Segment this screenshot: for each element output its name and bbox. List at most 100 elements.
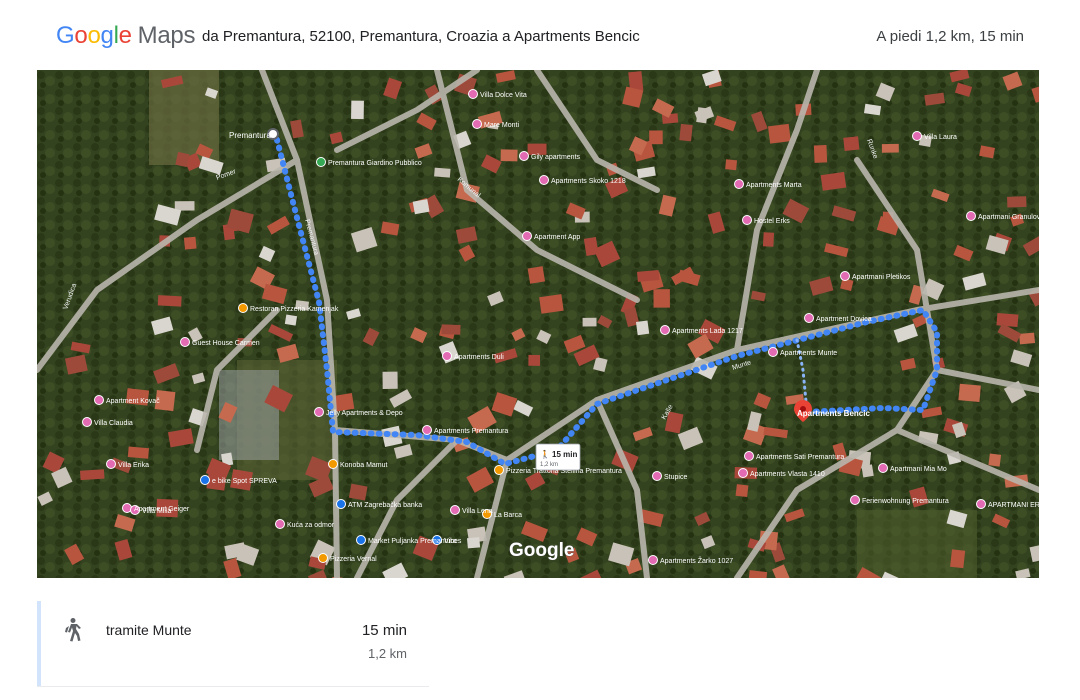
place-pin-hotel[interactable] (275, 519, 285, 529)
svg-text:15 min: 15 min (552, 450, 577, 459)
step-duration: 15 min (361, 622, 407, 639)
building (582, 317, 597, 327)
place-pin-hotel[interactable] (468, 89, 478, 99)
origin-marker[interactable]: Premantura (229, 128, 279, 140)
building (762, 232, 775, 247)
building (635, 320, 650, 336)
place-pin-hotel[interactable] (450, 505, 460, 515)
building (735, 484, 749, 498)
building (725, 159, 738, 171)
map-view[interactable]: Villa Dolce Vita Mare Monti Gily apartment… (37, 70, 1039, 578)
place-pin-hotel[interactable] (648, 555, 658, 565)
header: Google Maps da Premantura, 52100, Premant… (0, 0, 1080, 70)
place-pin-hotel[interactable] (738, 468, 748, 478)
place-pin-hotel[interactable] (472, 119, 482, 129)
satellite-map[interactable]: Villa Dolce Vita Mare Monti Gily apartment… (37, 70, 1039, 578)
svg-text:Apartments Bencic: Apartments Bencic (797, 409, 870, 418)
place-label: Apartmani Mia Mo (890, 466, 947, 473)
place-label: Villa Dolce Vita (480, 92, 527, 99)
place-label: Hostel Erks (754, 218, 790, 225)
building (412, 199, 430, 215)
place-pin-hotel[interactable] (660, 325, 670, 335)
place-label: Apartment App (534, 234, 580, 241)
google-maps-logo[interactable]: Google Maps (56, 22, 195, 50)
place-pin-park[interactable] (316, 157, 326, 167)
place-label: e bike Spot SPREVA (212, 478, 277, 485)
place-pin-hotel[interactable] (442, 351, 452, 361)
logo-maps: Maps (137, 22, 196, 49)
building (996, 312, 1019, 328)
place-pin-hotel[interactable] (744, 451, 754, 461)
building (183, 236, 197, 250)
place-pin-hotel[interactable] (106, 459, 116, 469)
place-pin-hotel[interactable] (539, 175, 549, 185)
place-pin-hotel[interactable] (912, 131, 922, 141)
place-pin-hotel[interactable] (966, 211, 976, 221)
place-label: Ferienwohnung Premantura (862, 498, 949, 505)
place-pin-restaurant[interactable] (318, 553, 328, 563)
place-pin-hotel[interactable] (734, 179, 744, 189)
place-label: Apartments Munte (780, 350, 837, 357)
place-label: Kuća za odmor (287, 522, 335, 529)
place-pin-hotel[interactable] (804, 313, 814, 323)
building (637, 269, 660, 282)
building (382, 371, 398, 389)
building (958, 383, 981, 403)
place-pin-hotel[interactable] (742, 215, 752, 225)
place-label: Villa Claudia (94, 420, 133, 427)
route-time-badge[interactable]: 🚶 15 min 1,2 km (535, 443, 581, 471)
google-watermark: Google (509, 540, 574, 561)
building (649, 130, 663, 145)
place-pin-hotel[interactable] (94, 395, 104, 405)
building (127, 446, 150, 459)
place-pin-hotel[interactable] (522, 231, 532, 241)
place-label: Villa Lena (462, 508, 493, 515)
building (881, 143, 899, 153)
place-pin-restaurant[interactable] (238, 303, 248, 313)
place-pin-hotel[interactable] (850, 495, 860, 505)
place-pin-hotel[interactable] (652, 471, 662, 481)
place-label: Apartments Premantura (434, 428, 508, 435)
building (80, 469, 105, 481)
building (679, 123, 693, 142)
place-label: Apartments Skoko 1218 (551, 178, 626, 185)
route-step-card[interactable]: tramite Munte 15 min 1,2 km (37, 601, 429, 687)
place-pin-restaurant[interactable] (328, 459, 338, 469)
place-label: Gily apartments (531, 154, 581, 161)
building (843, 136, 860, 152)
place-pin-hotel[interactable] (180, 337, 190, 347)
place-pin-hotel[interactable] (422, 425, 432, 435)
place-pin-hotel[interactable] (976, 499, 986, 509)
place-pin-shop[interactable] (200, 475, 210, 485)
place-label: La Barca (494, 512, 522, 519)
building (500, 149, 518, 162)
place-label: Market Puljanka Premantura (368, 538, 457, 545)
building (539, 294, 564, 314)
place-pin-hotel[interactable] (82, 417, 92, 427)
place-label: Apartmani Pletikos (852, 274, 911, 281)
place-label: Apartment Kovač (106, 398, 160, 405)
place-pin-hotel[interactable] (768, 347, 778, 357)
place-label: Pizzeria Vernal (330, 556, 377, 563)
place-label: Jelly Apartments & Depo (326, 410, 403, 417)
place-pin-restaurant[interactable] (494, 465, 504, 475)
place-pin-hotel[interactable] (878, 463, 888, 473)
building (466, 537, 481, 549)
place-label: Apartments Lada 1217 (672, 328, 743, 335)
step-divider (37, 686, 429, 687)
building (441, 324, 461, 335)
building (527, 266, 546, 284)
place-pin-hotel[interactable] (314, 407, 324, 417)
place-pin-hotel[interactable] (840, 271, 850, 281)
place-pin-shop[interactable] (356, 535, 366, 545)
place-label: Villa Laura (924, 134, 957, 141)
building (434, 167, 451, 178)
place-label: Apartments Marta (746, 182, 802, 189)
place-label: Apartments Duli (454, 354, 504, 361)
step-accent-bar (37, 601, 41, 687)
place-pin-hotel[interactable] (519, 151, 529, 161)
building (813, 144, 828, 163)
place-label: Apartments Žarko 1027 (660, 556, 733, 565)
place-pin-atm[interactable] (336, 499, 346, 509)
building (351, 100, 364, 120)
